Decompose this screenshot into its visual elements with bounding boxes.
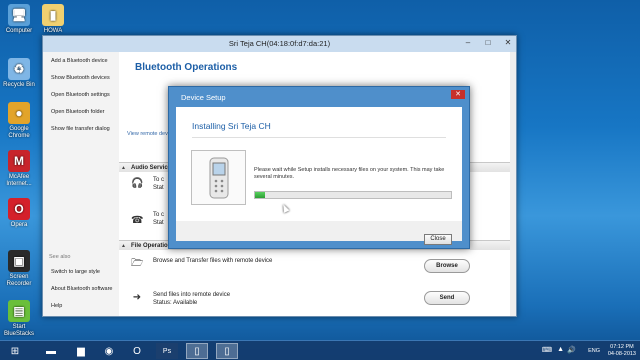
- dialog-title: Device Setup: [181, 93, 226, 102]
- desktop-icon-folder[interactable]: ▮ HOWA: [36, 4, 70, 35]
- browse-button[interactable]: Browse: [424, 259, 470, 273]
- close-button[interactable]: Close: [424, 234, 452, 245]
- sidebar-item-file-transfer[interactable]: Show file transfer dialog: [51, 126, 110, 132]
- window-titlebar[interactable]: Sri Teja CH(04:18:0f:d7:da:21) – □ ✕: [43, 36, 516, 52]
- bluestacks-icon: ▤: [8, 300, 30, 322]
- audio-row-2-status: Stat: [153, 220, 164, 226]
- desktop-icon-computer[interactable]: 🖥 Computer: [2, 4, 36, 35]
- mcafee-icon: M: [8, 150, 30, 172]
- clock-date: 04-08-2013: [607, 351, 636, 357]
- sidebar-item-help[interactable]: Help: [51, 303, 62, 309]
- opera-icon[interactable]: O: [126, 343, 148, 359]
- desktop-icon-label: HOWA: [43, 28, 63, 34]
- computer-icon: 🖥: [8, 4, 30, 26]
- start-icon[interactable]: ⊞: [4, 343, 26, 359]
- setup-message: Please wait while Setup installs necessa…: [254, 167, 445, 180]
- headset-icon: ☎: [131, 215, 144, 226]
- headphones-icon: 🎧: [131, 178, 144, 189]
- sidebar-item-about[interactable]: About Bluetooth software: [51, 286, 112, 292]
- desktop-icon-label: Recycle Bin: [3, 82, 35, 88]
- send-row-status: Status: Available: [153, 300, 198, 306]
- view-remote-devices-link[interactable]: View remote devi: [127, 131, 169, 137]
- browse-files-icon: 🗁: [131, 258, 144, 269]
- screen-recorder-icon: ▣: [8, 250, 30, 272]
- minimize-button[interactable]: –: [462, 38, 474, 48]
- sidebar-item-large-style[interactable]: Switch to large style: [51, 269, 100, 275]
- progress-fill: [255, 192, 265, 198]
- sidebar-item-add-device[interactable]: Add a Bluetooth device: [51, 58, 108, 64]
- chrome-icon: ●: [8, 102, 30, 124]
- volume-icon[interactable]: 🔊: [567, 346, 576, 354]
- network-icon[interactable]: ▲: [557, 346, 564, 353]
- desktop-icon-recycle-bin[interactable]: ♻ Recycle Bin: [2, 58, 36, 89]
- dialog-footer: Close: [176, 221, 462, 245]
- send-row-label: Send files into remote device: [153, 292, 231, 298]
- desktop-icon-label: Screen Recorder: [6, 274, 32, 287]
- device-setup-dialog: Device Setup ✕ Installing Sri Teja CH Pl…: [168, 86, 470, 249]
- opera-icon: O: [8, 198, 30, 220]
- audio-row-2-label: To c: [153, 212, 165, 218]
- folder-icon[interactable]: ▆: [70, 343, 92, 359]
- sidebar: Add a Bluetooth device Show Bluetooth de…: [43, 52, 119, 316]
- language-indicator[interactable]: ENG: [588, 348, 600, 354]
- scrollbar[interactable]: [510, 52, 516, 316]
- close-button[interactable]: ✕: [502, 38, 514, 48]
- dialog-heading: Installing Sri Teja CH: [192, 121, 271, 131]
- audio-row-1-status: Stat: [153, 185, 164, 191]
- desktop-icon-opera[interactable]: O Opera: [2, 198, 36, 229]
- phone-device-icon: [191, 150, 246, 205]
- browse-row-label: Browse and Transfer files with remote de…: [153, 258, 273, 264]
- sidebar-item-open-settings[interactable]: Open Bluetooth settings: [51, 92, 110, 98]
- bluetooth-window-icon[interactable]: ▯: [186, 343, 208, 359]
- install-progress-bar: [254, 191, 452, 199]
- folder-icon: ▮: [42, 4, 64, 26]
- maximize-button[interactable]: □: [482, 38, 494, 48]
- desktop-icon-label: Start BlueStacks: [3, 324, 34, 337]
- dialog-body: Installing Sri Teja CH Please wait while…: [176, 107, 462, 221]
- desktop-icon-screen-recorder[interactable]: ▣ Screen Recorder: [2, 250, 36, 288]
- dialog-close-icon[interactable]: ✕: [451, 90, 465, 99]
- clock-time: 07:12 PM: [610, 344, 634, 350]
- send-button[interactable]: Send: [424, 291, 470, 305]
- taskbar: ⊞ ▬ ▆ ◉ O Ps ▯ ▯ ⌨ ▲ 🔊 ENG 07:12 PM 04-08-2013: [0, 340, 640, 360]
- file-explorer-icon[interactable]: ▬: [40, 343, 62, 359]
- desktop-icon-label: Computer: [5, 28, 33, 34]
- keyboard-icon[interactable]: ⌨: [542, 346, 552, 354]
- chrome-icon[interactable]: ◉: [98, 343, 120, 359]
- clock[interactable]: 07:12 PM 04-08-2013: [608, 344, 636, 358]
- desktop-icon-bluestacks[interactable]: ▤ Start BlueStacks: [2, 300, 36, 338]
- photoshop-icon[interactable]: Ps: [156, 343, 178, 359]
- divider: [192, 137, 446, 138]
- send-files-icon: ➜: [132, 292, 142, 303]
- audio-row-1-label: To c: [153, 177, 165, 183]
- desktop-icon-label: Google Chrome: [8, 126, 30, 139]
- recycle-bin-icon: ♻: [8, 58, 30, 80]
- desktop-icon-chrome[interactable]: ● Google Chrome: [2, 102, 36, 140]
- see-also-label: See also: [49, 254, 71, 260]
- sidebar-item-show-devices[interactable]: Show Bluetooth devices: [51, 75, 110, 81]
- desktop-icon-mcafee[interactable]: M McAfee Internet...: [2, 150, 36, 188]
- desktop-icon-label: Opera: [10, 222, 28, 228]
- phone-icon[interactable]: ▯: [216, 343, 238, 359]
- sidebar-item-open-folder[interactable]: Open Bluetooth folder: [51, 109, 105, 115]
- window-title: Sri Teja CH(04:18:0f:d7:da:21): [228, 39, 331, 48]
- desktop-icon-label: McAfee Internet...: [6, 174, 32, 187]
- page-title: Bluetooth Operations: [135, 62, 238, 73]
